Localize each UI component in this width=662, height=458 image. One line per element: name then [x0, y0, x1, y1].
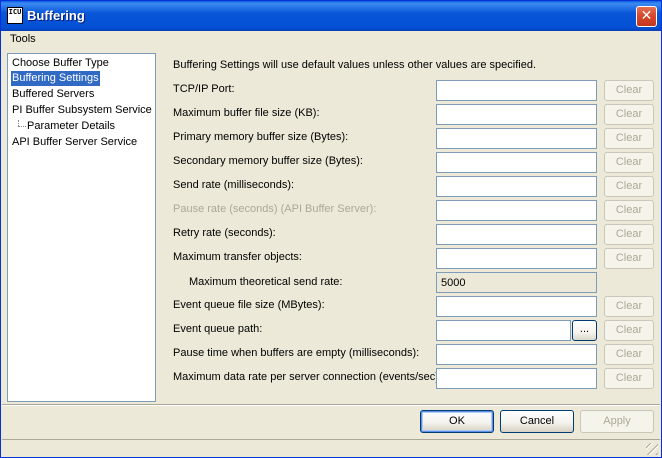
- max-data-rate-label: Maximum data rate per server connection …: [173, 371, 443, 383]
- send-rate-label: Send rate (milliseconds):: [173, 179, 295, 191]
- retry-rate-label: Retry rate (seconds):: [173, 227, 276, 239]
- max-buffer-file-size-clear-button[interactable]: Clear: [604, 104, 654, 125]
- event-queue-file-size-clear-button[interactable]: Clear: [604, 296, 654, 317]
- pause-rate-clear-button[interactable]: Clear: [604, 200, 654, 221]
- secondary-memory-buffer-size-input[interactable]: [436, 152, 597, 173]
- pause-rate-input[interactable]: [436, 200, 597, 221]
- tree-item-choose-buffer-type[interactable]: Choose Buffer Type: [11, 56, 110, 71]
- tree-item-pi-buffer-subsystem-service[interactable]: PI Buffer Subsystem Service: [11, 103, 153, 118]
- close-button[interactable]: ✕: [636, 6, 657, 27]
- max-transfer-objects-label: Maximum transfer objects:: [173, 251, 302, 263]
- separator: [2, 404, 660, 406]
- tree-item-api-buffer-server-service[interactable]: API Buffer Server Service: [11, 135, 138, 150]
- max-theoretical-send-rate-value: 5000: [436, 272, 597, 293]
- secondary-memory-buffer-size-clear-button[interactable]: Clear: [604, 152, 654, 173]
- tree-item-buffering-settings[interactable]: Buffering Settings: [11, 71, 100, 86]
- title-bar[interactable]: ICU Buffering ✕: [1, 1, 661, 31]
- tcpip-port-input[interactable]: [436, 80, 597, 101]
- event-queue-path-label: Event queue path:: [173, 323, 263, 335]
- status-bar: [2, 439, 660, 457]
- tcpip-port-clear-button[interactable]: Clear: [604, 80, 654, 101]
- event-queue-file-size-input[interactable]: [436, 296, 597, 317]
- pause-time-empty-input[interactable]: [436, 344, 597, 365]
- resize-grip-icon[interactable]: [646, 443, 658, 455]
- send-rate-clear-button[interactable]: Clear: [604, 176, 654, 197]
- tcpip-port-label: TCP/IP Port:: [173, 83, 235, 95]
- ok-button[interactable]: OK: [420, 410, 494, 433]
- max-data-rate-clear-button[interactable]: Clear: [604, 368, 654, 389]
- app-icon: ICU: [7, 7, 23, 24]
- primary-memory-buffer-size-input[interactable]: [436, 128, 597, 149]
- settings-note: Buffering Settings will use default valu…: [173, 59, 537, 71]
- buffering-window: ICU Buffering ✕ Tools Choose Buffer Type…: [0, 0, 662, 458]
- cancel-button[interactable]: Cancel: [500, 410, 574, 433]
- max-transfer-objects-input[interactable]: [436, 248, 597, 269]
- send-rate-input[interactable]: [436, 176, 597, 197]
- menu-bar: Tools: [2, 31, 660, 49]
- tree-item-parameter-details[interactable]: Parameter Details: [26, 119, 116, 134]
- pause-rate-label: Pause rate (seconds) (API Buffer Server)…: [173, 203, 377, 215]
- apply-button[interactable]: Apply: [580, 410, 654, 433]
- event-queue-path-browse-button[interactable]: ...: [572, 320, 597, 341]
- tree-connector-line: [18, 126, 26, 127]
- window-title: Buffering: [27, 8, 85, 23]
- event-queue-path-clear-button[interactable]: Clear: [604, 320, 654, 341]
- secondary-memory-buffer-size-label: Secondary memory buffer size (Bytes):: [173, 155, 363, 167]
- event-queue-file-size-label: Event queue file size (MBytes):: [173, 299, 325, 311]
- max-buffer-file-size-label: Maximum buffer file size (KB):: [173, 107, 320, 119]
- max-buffer-file-size-input[interactable]: [436, 104, 597, 125]
- navigation-tree: Choose Buffer Type Buffering Settings Bu…: [7, 53, 156, 402]
- primary-memory-buffer-size-clear-button[interactable]: Clear: [604, 128, 654, 149]
- retry-rate-clear-button[interactable]: Clear: [604, 224, 654, 245]
- pause-time-empty-label: Pause time when buffers are empty (milli…: [173, 347, 420, 359]
- tree-item-buffered-servers[interactable]: Buffered Servers: [11, 87, 95, 102]
- max-data-rate-input[interactable]: [436, 368, 597, 389]
- pause-time-empty-clear-button[interactable]: Clear: [604, 344, 654, 365]
- primary-memory-buffer-size-label: Primary memory buffer size (Bytes):: [173, 131, 349, 143]
- max-transfer-objects-clear-button[interactable]: Clear: [604, 248, 654, 269]
- retry-rate-input[interactable]: [436, 224, 597, 245]
- max-theoretical-send-rate-label: Maximum theoretical send rate:: [189, 276, 343, 288]
- menu-tools[interactable]: Tools: [10, 33, 36, 45]
- event-queue-path-input[interactable]: [436, 320, 571, 341]
